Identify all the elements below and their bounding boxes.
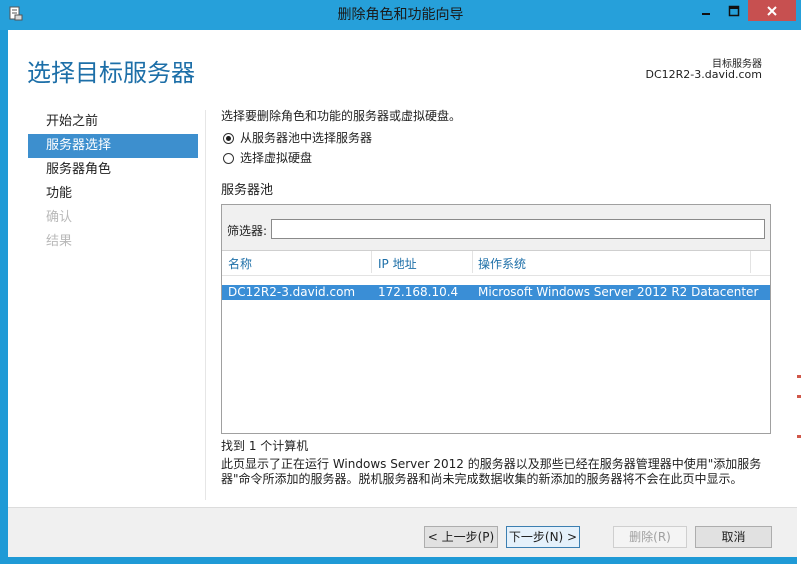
wizard-nav: 开始之前 服务器选择 服务器角色 功能 确认 结果 bbox=[28, 110, 198, 254]
nav-item-before-you-begin[interactable]: 开始之前 bbox=[28, 110, 198, 134]
nav-item-confirmation: 确认 bbox=[46, 210, 73, 225]
column-separator[interactable] bbox=[472, 251, 473, 273]
radio-server-pool-label: 从服务器池中选择服务器 bbox=[240, 131, 373, 145]
filter-label: 筛选器: bbox=[227, 224, 268, 238]
radio-vhd-label: 选择虚拟硬盘 bbox=[240, 151, 313, 165]
column-separator[interactable] bbox=[750, 251, 751, 273]
radio-server-pool-option[interactable]: 从服务器池中选择服务器 bbox=[221, 128, 773, 148]
found-count: 找到 1 个计算机 bbox=[221, 439, 309, 453]
radio-vhd-option[interactable]: 选择虚拟硬盘 bbox=[221, 148, 773, 168]
server-pool-heading: 服务器池 bbox=[221, 183, 274, 198]
filter-input[interactable] bbox=[271, 219, 765, 239]
column-separator[interactable] bbox=[371, 251, 372, 273]
pool-description: 此页显示了正在运行 Windows Server 2012 的服务器以及那些已经… bbox=[221, 457, 762, 486]
nav-item-server-roles[interactable]: 服务器角色 bbox=[28, 158, 198, 182]
window-right-edge-marks bbox=[797, 360, 801, 460]
maximize-button[interactable] bbox=[720, 0, 747, 21]
cell-server-name: DC12R2-3.david.com bbox=[228, 285, 356, 299]
wizard-footer: < 上一步(P) 下一步(N) > 删除(R) 取消 bbox=[8, 507, 797, 557]
cell-operating-system: Microsoft Windows Server 2012 R2 Datacen… bbox=[478, 285, 759, 299]
minimize-icon bbox=[701, 13, 710, 15]
maximize-icon bbox=[728, 5, 739, 17]
radio-button-unchecked[interactable] bbox=[223, 152, 234, 164]
nav-item-results: 结果 bbox=[46, 234, 73, 249]
instruction-text: 选择要删除角色和功能的服务器或虚拟硬盘。 bbox=[221, 109, 462, 123]
filter-bar: 筛选器: bbox=[222, 205, 770, 251]
title-bar[interactable]: 删除角色和功能向导 bbox=[0, 0, 801, 30]
destination-server-value: DC12R2-3.david.com bbox=[645, 68, 762, 81]
table-header: 名称 IP 地址 操作系统 bbox=[222, 251, 770, 276]
nav-item-features[interactable]: 功能 bbox=[28, 182, 198, 206]
close-icon bbox=[767, 6, 777, 16]
nav-item-server-selection[interactable]: 服务器选择 bbox=[28, 134, 198, 158]
wizard-window: 选择目标服务器 目标服务器 DC12R2-3.david.com 开始之前 服务… bbox=[8, 30, 797, 557]
radio-button-checked[interactable] bbox=[223, 132, 234, 144]
remove-button: 删除(R) bbox=[613, 526, 687, 548]
cancel-button[interactable]: 取消 bbox=[695, 526, 772, 548]
window-title: 删除角色和功能向导 bbox=[337, 7, 464, 23]
column-header-ip[interactable]: IP 地址 bbox=[378, 255, 417, 272]
page-title: 选择目标服务器 bbox=[27, 59, 195, 87]
column-header-name[interactable]: 名称 bbox=[228, 255, 252, 272]
column-header-os[interactable]: 操作系统 bbox=[478, 255, 526, 272]
content-panel: 选择要删除角色和功能的服务器或虚拟硬盘。 从服务器池中选择服务器 选择虚拟硬盘 … bbox=[221, 108, 773, 486]
close-button[interactable] bbox=[748, 0, 796, 21]
cell-ip-address: 172.168.10.4 bbox=[378, 285, 459, 299]
nav-divider bbox=[205, 110, 206, 500]
table-row[interactable]: DC12R2-3.david.com 172.168.10.4 Microsof… bbox=[222, 285, 770, 300]
window-right-edge bbox=[797, 30, 801, 564]
next-button[interactable]: 下一步(N) > bbox=[506, 526, 580, 548]
minimize-button[interactable] bbox=[692, 0, 719, 21]
previous-button[interactable]: < 上一步(P) bbox=[424, 526, 498, 548]
server-pool: 筛选器: 名称 IP 地址 操作系统 DC12R2-3.david.com 17… bbox=[221, 204, 771, 434]
